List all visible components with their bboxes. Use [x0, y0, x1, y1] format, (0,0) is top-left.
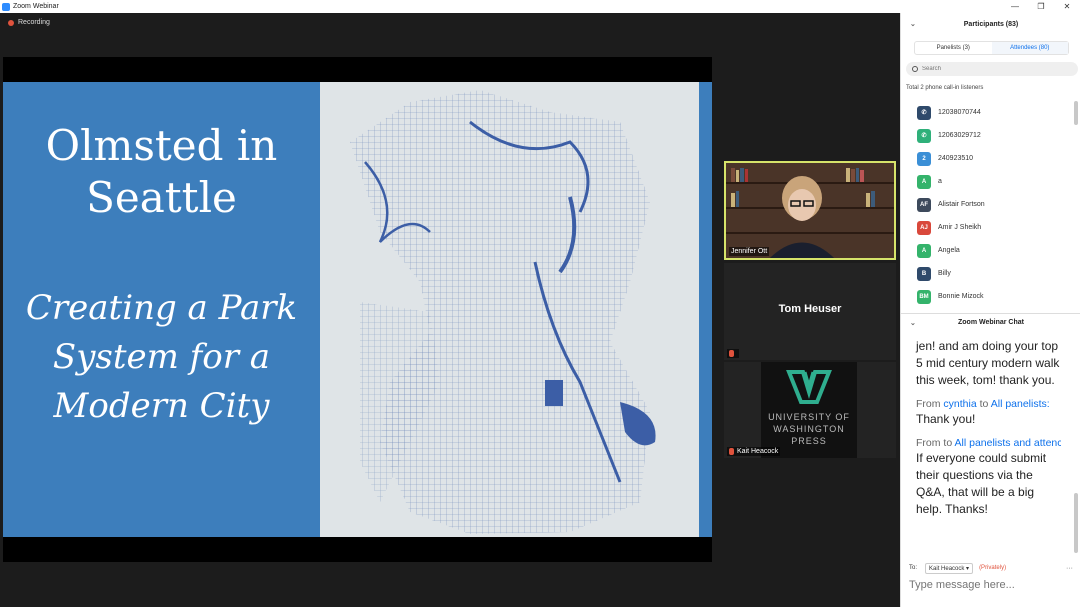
window-controls: — ❐ ✕: [1002, 0, 1080, 13]
to-label: To:: [909, 565, 918, 571]
speaker-name-label: Jennifer Ott: [729, 247, 770, 256]
participant-name: 240923510: [938, 155, 974, 162]
recipient-value: Kait Heacock: [929, 565, 965, 572]
avatar: 2: [917, 151, 931, 166]
recording-indicator[interactable]: Recording: [8, 19, 50, 26]
chat-title: Zoom Webinar Chat: [958, 319, 1024, 326]
window-title: Zoom Webinar: [13, 3, 59, 10]
participants-title: Participants (83): [963, 20, 1019, 28]
uw-press-logo: UNIVERSITY OF WASHINGTON PRESS: [761, 362, 857, 458]
video-tile-jennifer-ott[interactable]: Jennifer Ott: [724, 161, 896, 260]
list-item[interactable]: BM Bonnie Mizock: [901, 285, 1073, 308]
participant-name: Billy: [938, 270, 951, 277]
participant-search[interactable]: [906, 62, 1078, 76]
recipient-name: All panelists:: [990, 398, 1050, 410]
sender-name: cynthia: [943, 398, 977, 410]
uw-press-w-icon: [786, 370, 832, 404]
chat-message-input[interactable]: [909, 579, 1073, 591]
chat-recipient-row: To: Kait Heacock ▾ (Privately) ···: [909, 561, 1077, 575]
search-input[interactable]: [922, 66, 1062, 72]
chat-message-text: If everyone could submit their questions…: [916, 451, 1047, 516]
phone-icon: ✆: [917, 128, 931, 143]
privately-label: (Privately): [979, 565, 1007, 571]
slide-accent-strip: [699, 82, 712, 537]
participants-tabs: Panelists (3) Attendees (80): [914, 41, 1069, 55]
video-tile-tom-heuser[interactable]: Tom Heuser: [724, 263, 896, 360]
side-panel: ⌄ Participants (83) Panelists (3) Attend…: [900, 13, 1080, 607]
from-label: From: [916, 398, 941, 410]
to-label: to: [943, 437, 953, 449]
participant-list: ✆ 12038070744 ✆ 12063029712 2 240923510 …: [901, 101, 1073, 308]
avatar: BM: [917, 289, 931, 304]
participants-header: ⌄ Participants (83): [901, 13, 1080, 35]
from-label: From: [916, 437, 941, 449]
chat-message-meta: From cynthia to All panelists:: [916, 397, 1061, 411]
participant-name: a: [938, 178, 942, 185]
avatar: B: [917, 266, 931, 281]
map-drawing: [320, 82, 699, 537]
participant-name: Alistair Fortson: [938, 201, 985, 208]
video-tile-kait-heacock[interactable]: UNIVERSITY OF WASHINGTON PRESS Kait Heac…: [724, 362, 896, 458]
recording-dot-icon: [8, 19, 14, 26]
avatar: A: [917, 174, 931, 189]
avatar: AF: [917, 197, 931, 212]
participant-name-large: Tom Heuser: [778, 303, 842, 315]
list-item[interactable]: AJ Amir J Sheikh: [901, 216, 1073, 239]
chat-messages: jen! and am doing your top 5 mid century…: [916, 338, 1061, 518]
zoom-app-icon: [2, 2, 10, 11]
recording-label: Recording: [18, 19, 50, 26]
recipient-name: All panelists and attenc: [954, 437, 1061, 449]
muted-mic-icon: [729, 448, 734, 455]
list-item[interactable]: B Billy: [901, 262, 1073, 285]
chat-message-text: jen! and am doing your top 5 mid century…: [916, 339, 1060, 387]
slide-title-panel: Olmsted in Seattle Creating a Park Syste…: [3, 82, 320, 537]
more-options-icon[interactable]: ···: [1066, 565, 1073, 572]
list-item[interactable]: 2 240923510: [901, 147, 1073, 170]
phone-icon: ✆: [917, 105, 931, 120]
participant-name: 12038070744: [938, 109, 981, 116]
collapse-chevron-icon[interactable]: ⌄: [910, 319, 916, 327]
avatar: AJ: [917, 220, 931, 235]
speaker-video-frame: [726, 163, 894, 258]
list-item[interactable]: ✆ 12038070744: [901, 101, 1073, 124]
participant-list-scrollbar[interactable]: [1074, 101, 1078, 125]
list-item[interactable]: A a: [901, 170, 1073, 193]
muted-mic-icon: [729, 350, 734, 357]
list-item[interactable]: ✆ 12063029712: [901, 124, 1073, 147]
recipient-select[interactable]: Kait Heacock ▾: [925, 562, 974, 574]
chat-message-meta: From to All panelists and attenc: [916, 436, 1061, 450]
seattle-map-image: [320, 82, 699, 537]
tab-panelists[interactable]: Panelists (3): [915, 42, 992, 54]
slide-subtitle: Creating a Park System for a Modern City: [25, 288, 298, 426]
screen-share: Olmsted in Seattle Creating a Park Syste…: [3, 57, 712, 562]
chat-header: ⌄ Zoom Webinar Chat: [901, 313, 1080, 331]
uw-press-wordmark: UNIVERSITY OF WASHINGTON PRESS: [768, 412, 850, 446]
chat-scrollbar[interactable]: [1074, 493, 1078, 553]
window-titlebar: Zoom Webinar — ❐ ✕: [0, 0, 1080, 13]
collapse-chevron-icon[interactable]: ⌄: [910, 20, 916, 28]
participant-name: Amir J Sheikh: [938, 224, 982, 231]
participant-name: Angela: [938, 247, 960, 254]
search-icon: [912, 66, 918, 72]
video-stage: Recording Olmsted in Seattle Creating a …: [0, 13, 900, 607]
participant-name-label: Kait Heacock: [727, 447, 781, 456]
restore-button[interactable]: ❐: [1028, 0, 1054, 13]
minimize-button[interactable]: —: [1002, 0, 1028, 13]
participant-name: Kait Heacock: [737, 448, 779, 455]
participant-mute-indicator: [727, 349, 739, 358]
list-item[interactable]: A Angela: [901, 239, 1073, 262]
chat-message-text: Thank you!: [916, 412, 976, 426]
close-button[interactable]: ✕: [1054, 0, 1080, 13]
list-item[interactable]: AF Alistair Fortson: [901, 193, 1073, 216]
to-label: to: [979, 398, 989, 410]
tab-attendees[interactable]: Attendees (80): [991, 42, 1068, 54]
slide-title: Olmsted in Seattle: [45, 121, 278, 222]
avatar: A: [917, 243, 931, 258]
participant-name: 12063029712: [938, 132, 981, 139]
participant-name: Bonnie Mizock: [938, 293, 984, 300]
phone-listeners-note: Total 2 phone call-in listeners: [906, 85, 984, 91]
